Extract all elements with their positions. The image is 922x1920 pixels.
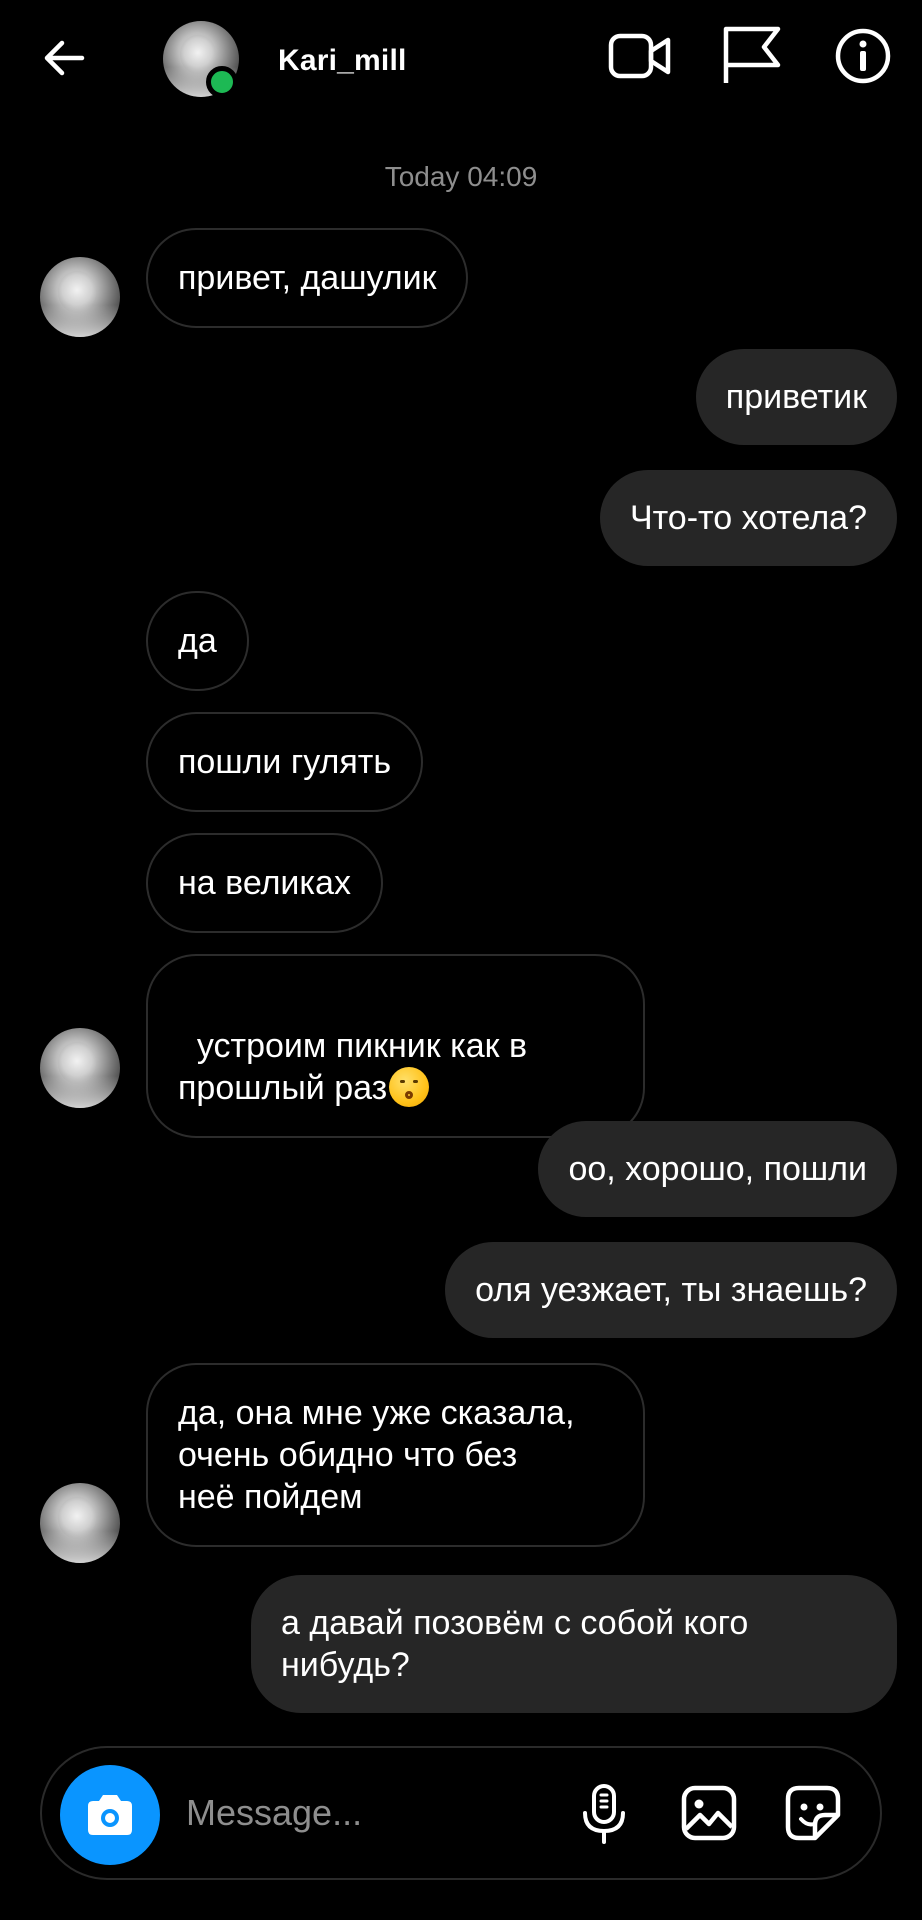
message-bubble-outgoing[interactable]: приветик — [695, 349, 897, 445]
message-bubble-incoming[interactable]: устроим пикник как в прошлый раз — [146, 954, 645, 1138]
kissing-face-emoji — [389, 1067, 430, 1107]
report-button[interactable] — [718, 24, 784, 86]
online-status-indicator — [206, 66, 238, 98]
flag-icon — [723, 26, 781, 83]
message-bubble-incoming[interactable]: да, она мне уже сказала, очень обидно чт… — [146, 1363, 645, 1547]
sender-avatar — [40, 1028, 120, 1108]
message-input[interactable]: Message... — [186, 1792, 362, 1834]
sender-avatar — [40, 1483, 120, 1563]
gallery-icon — [681, 1785, 737, 1841]
camera-icon — [88, 1795, 132, 1835]
sender-avatar — [40, 257, 120, 337]
message-bubble-outgoing[interactable]: а давай позовём с собой кого нибудь? — [251, 1575, 897, 1713]
message-bubble-outgoing[interactable]: Что-то хотела? — [599, 470, 897, 566]
message-bubble-outgoing[interactable]: оля уезжает, ты знаешь? — [445, 1242, 897, 1338]
message-bubble-incoming[interactable]: привет, дашулик — [146, 228, 469, 328]
conversation-timestamp: Today 04:09 — [384, 161, 538, 192]
sticker-button[interactable] — [784, 1784, 842, 1842]
microphone-icon — [583, 1784, 625, 1844]
voice-message-button[interactable] — [576, 1782, 632, 1846]
message-bubble-incoming[interactable]: да — [146, 591, 249, 691]
sticker-icon — [785, 1785, 841, 1841]
message-bubble-incoming[interactable]: на великах — [146, 833, 383, 933]
camera-button[interactable] — [60, 1765, 160, 1865]
info-icon — [835, 28, 891, 84]
video-camera-icon — [608, 33, 671, 79]
video-call-button[interactable] — [606, 28, 674, 84]
message-bubble-incoming[interactable]: пошли гулять — [146, 712, 424, 812]
message-bubble-outgoing[interactable]: оо, хорошо, пошли — [538, 1121, 897, 1217]
contact-username[interactable]: Kari_mill — [278, 44, 407, 78]
gallery-button[interactable] — [680, 1784, 738, 1842]
arrow-left-icon — [44, 40, 85, 76]
back-button[interactable] — [36, 30, 92, 86]
info-button[interactable] — [833, 26, 893, 86]
message-text: устроим пикник как в прошлый раз — [178, 1027, 528, 1107]
message-composer: Message... — [40, 1746, 882, 1880]
